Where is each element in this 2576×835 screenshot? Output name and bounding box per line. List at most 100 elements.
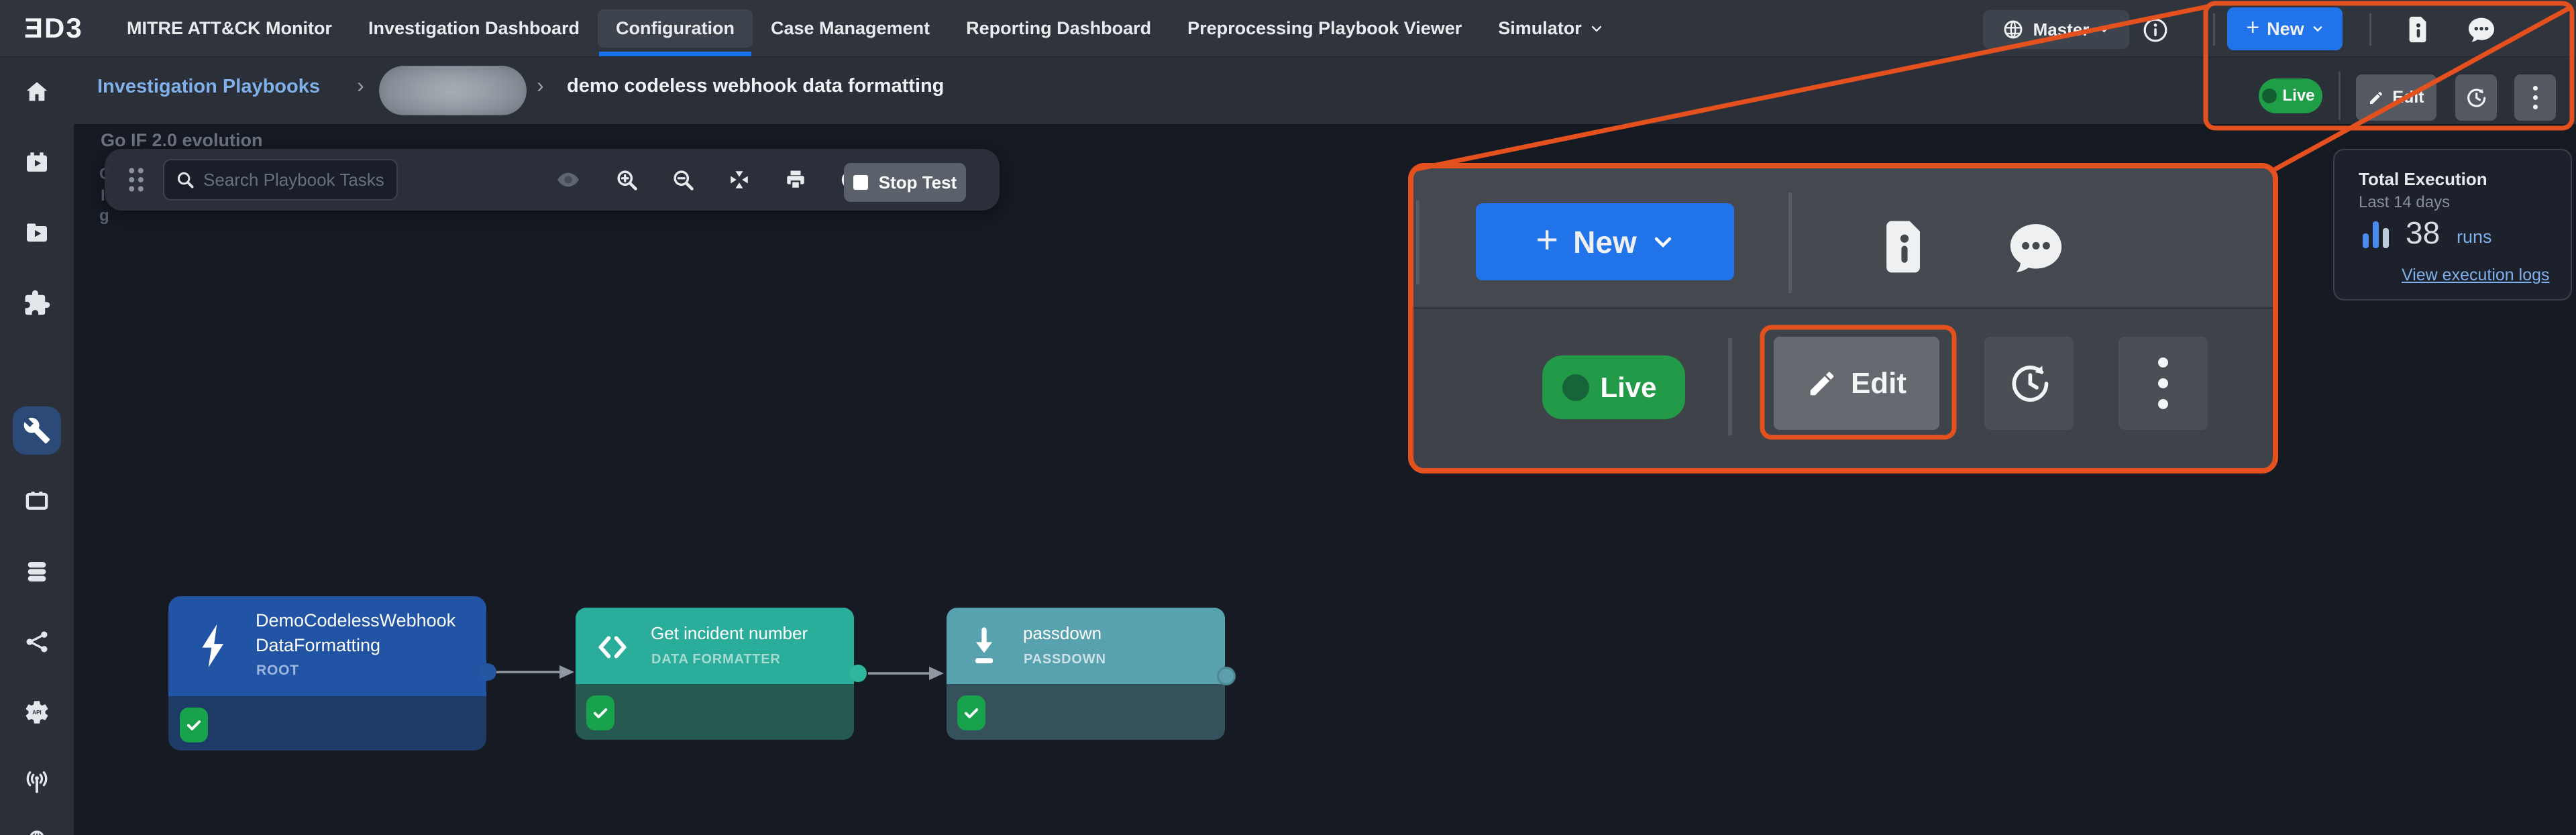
sidebar-item-home[interactable] [13, 68, 61, 116]
new-button-magnified[interactable]: + New [1476, 203, 1734, 280]
calendar-play-icon [23, 149, 50, 176]
fit-to-screen-icon[interactable] [727, 168, 751, 192]
sidebar-item-scheduled-playbooks[interactable] [13, 138, 61, 186]
edit-button-magnified[interactable]: Edit [1774, 337, 1939, 430]
zoom-callout-box: + New Live Edit [1411, 166, 2275, 471]
chevron-down-icon [1652, 231, 1674, 254]
node-type-label: DATA FORMATTER [651, 652, 781, 667]
globe-icon [2002, 19, 2024, 40]
success-check-badge [957, 695, 985, 730]
zoom-out-icon[interactable] [671, 168, 695, 192]
user-avatar-magnified[interactable] [2112, 205, 2206, 287]
more-options-button[interactable] [2514, 74, 2556, 121]
user-avatar[interactable] [2498, 1, 2573, 58]
node-output-port[interactable] [849, 665, 867, 682]
breadcrumb-section-link[interactable]: Investigation Playbooks [97, 76, 320, 98]
print-icon[interactable] [784, 168, 808, 192]
view-execution-logs-link[interactable]: View execution logs [2402, 266, 2550, 285]
more-options-button-magnified[interactable] [2118, 337, 2208, 430]
live-dot-icon [1562, 374, 1589, 401]
node-output-port[interactable] [479, 663, 496, 681]
search-icon [175, 170, 195, 190]
nav-item-preprocessing-playbook-viewer[interactable]: Preprocessing Playbook Viewer [1169, 9, 1480, 48]
live-status-toggle[interactable]: Live [2259, 78, 2322, 113]
sidebar-item-integrations[interactable] [13, 279, 61, 327]
kebab-dot [2158, 378, 2168, 388]
sidebar-item-utility-commands[interactable] [13, 406, 61, 455]
search-input[interactable] [203, 170, 384, 190]
execution-panel-title: Total Execution [2359, 169, 2487, 190]
kebab-dot [2158, 357, 2168, 368]
sidebar-item-playbook-runs[interactable] [13, 209, 61, 257]
playbook-node-root[interactable]: DemoCodelessWebhook DataFormatting ROOT [168, 596, 486, 750]
actions-divider [2339, 72, 2341, 120]
sidebar-item-connections[interactable] [13, 618, 61, 666]
node-header: Get incident number DATA FORMATTER [576, 608, 854, 684]
execution-count: 38 [2406, 215, 2440, 251]
broadcast-icon [23, 769, 50, 796]
code-icon [594, 629, 631, 665]
version-history-button-magnified[interactable] [1984, 337, 2074, 430]
d3-logo[interactable]: ƎD3 [24, 12, 83, 44]
page-title: demo codeless webhook data formatting [567, 75, 944, 97]
sidebar-item-data-management[interactable] [13, 547, 61, 596]
info-icon[interactable] [2143, 17, 2168, 43]
execution-panel-subtitle: Last 14 days [2359, 193, 2450, 212]
check-icon [185, 716, 203, 734]
playbook-node-passdown[interactable]: passdown PASSDOWN [947, 608, 1225, 740]
redaction-blur [379, 66, 527, 115]
sidebar-item-api-settings[interactable]: API [13, 688, 61, 736]
site-selector-dropdown[interactable]: Master [1983, 10, 2129, 49]
check-icon [592, 704, 609, 722]
main-menu: MITRE ATT&CK Monitor Investigation Dashb… [109, 0, 1621, 57]
sidebar-item-web-reports[interactable] [13, 819, 61, 835]
zoom-in-icon[interactable] [614, 168, 639, 192]
left-sidebar: API [0, 57, 74, 835]
sidebar-item-live-feed[interactable] [13, 759, 61, 807]
execution-summary-panel: Total Execution Last 14 days 38 runs Vie… [2333, 149, 2572, 300]
nav-item-investigation-dashboard[interactable]: Investigation Dashboard [350, 9, 598, 48]
node-status-section [947, 684, 1225, 740]
visibility-toggle-icon[interactable] [555, 167, 581, 192]
release-notes-icon[interactable] [2403, 14, 2434, 45]
active-tab-indicator [599, 52, 751, 56]
video-play-icon [23, 219, 50, 246]
home-icon [23, 78, 50, 105]
chat-icon[interactable] [2006, 218, 2065, 277]
app-window: ƎD3 MITRE ATT&CK Monitor Investigation D… [0, 0, 2576, 835]
live-status-toggle-magnified[interactable]: Live [1542, 355, 1685, 419]
drag-handle-icon[interactable] [125, 165, 148, 194]
node-header: DemoCodelessWebhook DataFormatting ROOT [168, 596, 486, 696]
nav-item-mitre-attack-monitor[interactable]: MITRE ATT&CK Monitor [109, 9, 350, 48]
breadcrumb-bar: Investigation Playbooks › › demo codeles… [0, 57, 2576, 124]
nav-item-simulator[interactable]: Simulator [1480, 9, 1621, 48]
breadcrumb-separator: › [537, 73, 544, 98]
node-status-section [168, 696, 486, 750]
success-check-badge [586, 695, 614, 730]
svg-text:API: API [32, 710, 41, 716]
toolbar-divider [2369, 13, 2371, 46]
release-notes-icon[interactable] [1874, 216, 1935, 278]
stop-test-button[interactable]: Stop Test [844, 163, 966, 202]
nav-item-case-management[interactable]: Case Management [753, 9, 948, 48]
top-navigation-bar: ƎD3 MITRE ATT&CK Monitor Investigation D… [0, 0, 2576, 57]
nav-item-configuration[interactable]: Configuration [598, 9, 753, 48]
database-icon [23, 558, 50, 585]
chat-icon[interactable] [2467, 15, 2496, 44]
node-header: passdown PASSDOWN [947, 608, 1225, 684]
bar-chart-icon [2363, 219, 2392, 248]
callout-bottom-row: Live Edit [1411, 307, 2275, 471]
toolbar-divider [2213, 13, 2215, 46]
new-button[interactable]: + New [2227, 7, 2343, 50]
stop-icon [853, 175, 868, 190]
sidebar-item-board[interactable] [13, 477, 61, 525]
nav-item-reporting-dashboard[interactable]: Reporting Dashboard [948, 9, 1169, 48]
edit-button[interactable]: Edit [2356, 74, 2436, 121]
node-output-port[interactable] [1217, 667, 1236, 685]
node-title: DemoCodelessWebhook DataFormatting [256, 608, 455, 658]
version-history-button[interactable] [2455, 74, 2497, 121]
chevron-down-icon [2098, 24, 2110, 36]
playbook-node-data-formatter[interactable]: Get incident number DATA FORMATTER [576, 608, 854, 740]
kebab-dot [2533, 105, 2538, 109]
kebab-dot [2533, 86, 2538, 91]
